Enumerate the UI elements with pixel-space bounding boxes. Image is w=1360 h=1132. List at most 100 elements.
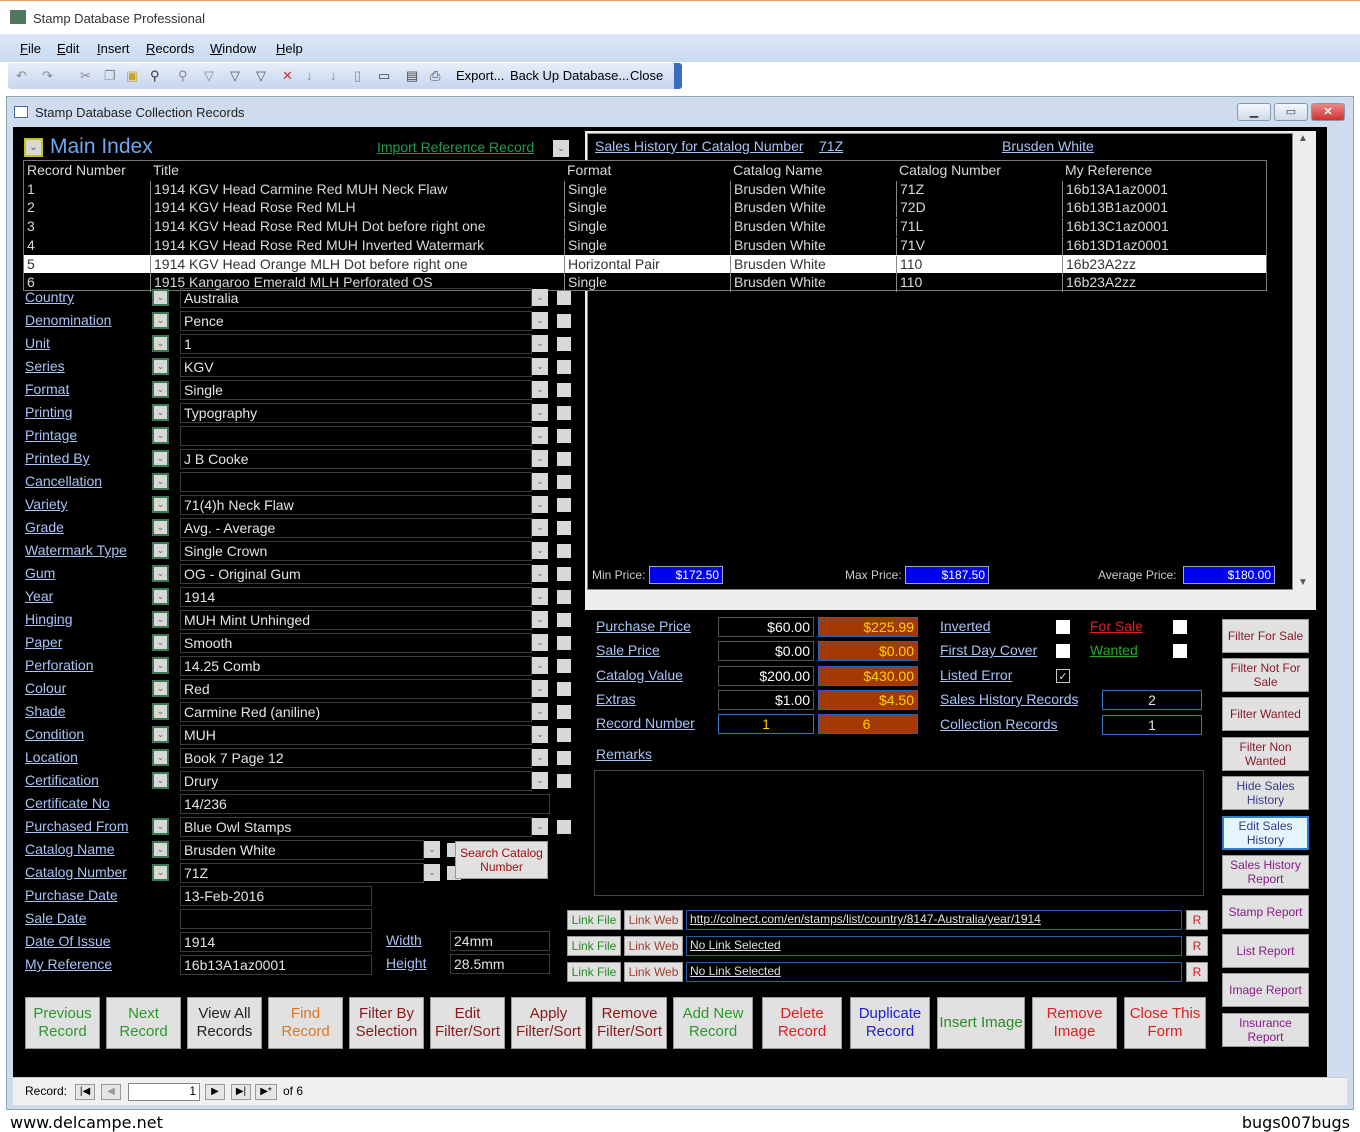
- chevron-down-icon[interactable]: ⌄: [532, 473, 548, 490]
- list-row[interactable]: 5 1914 KGV Head Orange MLH Dot before rig…: [24, 254, 1266, 274]
- printage-field[interactable]: [180, 426, 532, 446]
- chevron-down-icon[interactable]: ⌄: [532, 289, 548, 306]
- purchase-date-field[interactable]: 13-Feb-2016: [180, 886, 372, 906]
- chevron-down-icon[interactable]: ⌄: [152, 358, 169, 375]
- chevron-down-icon[interactable]: ⌄: [424, 841, 440, 858]
- filter-non-wantedbutton[interactable]: Filter Non Wanted: [1222, 737, 1309, 771]
- list-row[interactable]: 3 1914 KGV Head Rose Red MUH Dot before r…: [24, 217, 1266, 237]
- variety-checkbox[interactable]: [557, 498, 571, 512]
- chevron-down-icon[interactable]: ⌄: [532, 427, 548, 444]
- find-recordbutton[interactable]: Find Record: [268, 997, 343, 1049]
- year-field[interactable]: 1914: [180, 587, 532, 607]
- perforation-field[interactable]: 14.25 Comb: [180, 656, 532, 676]
- printed-by-field[interactable]: J B Cooke: [180, 449, 532, 469]
- gum-field[interactable]: OG - Original Gum: [180, 564, 532, 584]
- paper-field[interactable]: Smooth: [180, 633, 532, 653]
- grade-field[interactable]: Avg. - Average: [180, 518, 532, 538]
- chevron-down-icon[interactable]: ⌄: [532, 565, 548, 582]
- catalog-name-field[interactable]: Brusden White: [180, 840, 424, 860]
- chevron-down-icon[interactable]: ⌄: [152, 289, 169, 306]
- my-reference-field[interactable]: 16b13A1az0001: [180, 955, 372, 975]
- chevron-down-icon[interactable]: ⌄: [532, 818, 548, 835]
- country-checkbox[interactable]: [557, 291, 571, 305]
- condition-checkbox[interactable]: [557, 728, 571, 742]
- link-web-button[interactable]: Link Web: [624, 936, 683, 956]
- chevron-down-icon[interactable]: ⌄: [152, 611, 169, 628]
- format-checkbox[interactable]: [557, 383, 571, 397]
- link-url[interactable]: No Link Selected: [686, 962, 1182, 982]
- height-field[interactable]: 28.5mm: [450, 954, 550, 974]
- filter-not-for-salebutton[interactable]: Filter Not For Sale: [1222, 658, 1309, 692]
- remarks-textarea[interactable]: [594, 770, 1204, 896]
- watermark-type-field[interactable]: Single Crown: [180, 541, 532, 561]
- location-checkbox[interactable]: [557, 751, 571, 765]
- chevron-down-icon[interactable]: ⌄: [152, 680, 169, 697]
- location-field[interactable]: Book 7 Page 12: [180, 748, 532, 768]
- inverted-checkbox[interactable]: [1056, 620, 1070, 634]
- series-field[interactable]: KGV: [180, 357, 532, 377]
- chevron-down-icon[interactable]: ⌄: [532, 542, 548, 559]
- delete-recordbutton[interactable]: Delete Record: [762, 997, 842, 1049]
- year-checkbox[interactable]: [557, 590, 571, 604]
- scroll-down-icon[interactable]: ▼: [1294, 577, 1312, 588]
- filter-by-selectionbutton[interactable]: Filter By Selection: [349, 997, 424, 1049]
- printing-checkbox[interactable]: [557, 406, 571, 420]
- chevron-down-icon[interactable]: ⌄: [532, 657, 548, 674]
- view-all-recordsbutton[interactable]: View All Records: [187, 997, 262, 1049]
- chevron-down-icon[interactable]: ⌄: [532, 519, 548, 536]
- chevron-down-icon[interactable]: ⌄: [152, 841, 169, 858]
- chevron-down-icon[interactable]: ⌄: [532, 588, 548, 605]
- watermark-type-checkbox[interactable]: [557, 544, 571, 558]
- certificate-no-field[interactable]: 14/236: [180, 794, 550, 814]
- chevron-down-icon[interactable]: ⌄: [152, 864, 169, 881]
- printing-field[interactable]: Typography: [180, 403, 532, 423]
- chevron-down-icon[interactable]: ⌄: [152, 749, 169, 766]
- edit-sales-historybutton[interactable]: Edit Sales History: [1222, 816, 1309, 850]
- chevron-down-icon[interactable]: ⌄: [532, 335, 548, 352]
- chevron-down-icon[interactable]: ⌄: [152, 634, 169, 651]
- chevron-down-icon[interactable]: ⌄: [532, 772, 548, 789]
- chevron-down-icon[interactable]: ⌄: [532, 404, 548, 421]
- remove-link-button[interactable]: R: [1186, 910, 1208, 930]
- catalog-number-field[interactable]: 71Z: [180, 863, 424, 883]
- purchased-from-checkbox[interactable]: [557, 820, 571, 834]
- denomination-field[interactable]: Pence: [180, 311, 532, 331]
- chevron-down-icon[interactable]: ⌄: [152, 726, 169, 743]
- column-header[interactable]: My Reference: [1062, 162, 1266, 180]
- main-index-dropdown-icon[interactable]: ⌄: [24, 138, 43, 157]
- unit-field[interactable]: 1: [180, 334, 532, 354]
- chevron-down-icon[interactable]: ⌄: [152, 588, 169, 605]
- sale-price-value[interactable]: $0.00: [718, 641, 814, 662]
- chevron-down-icon[interactable]: ⌄: [152, 657, 169, 674]
- chevron-down-icon[interactable]: ⌄: [152, 381, 169, 398]
- chevron-down-icon[interactable]: ⌄: [152, 565, 169, 582]
- for-sale-checkbox[interactable]: [1173, 620, 1187, 634]
- chevron-down-icon[interactable]: ⌄: [532, 726, 548, 743]
- chevron-down-icon[interactable]: ⌄: [532, 703, 548, 720]
- wanted-checkbox[interactable]: [1173, 644, 1187, 658]
- main-index-list[interactable]: Record Number Title Format Catalog Name Cata…: [23, 160, 1267, 293]
- hinging-field[interactable]: MUH Mint Unhinged: [180, 610, 532, 630]
- variety-field[interactable]: 71(4)h Neck Flaw: [180, 495, 532, 515]
- column-header[interactable]: Format: [564, 162, 730, 180]
- chevron-down-icon[interactable]: ⌄: [152, 450, 169, 467]
- printed-by-checkbox[interactable]: [557, 452, 571, 466]
- link-url[interactable]: http://colnect.com/en/stamps/list/countr…: [686, 910, 1182, 930]
- remove-filter-sortbutton[interactable]: Remove Filter/Sort: [592, 997, 667, 1049]
- gum-checkbox[interactable]: [557, 567, 571, 581]
- chevron-down-icon[interactable]: ⌄: [152, 404, 169, 421]
- extras-value[interactable]: $1.00: [718, 689, 814, 710]
- perforation-checkbox[interactable]: [557, 659, 571, 673]
- listed-error-checkbox[interactable]: ✓: [1056, 668, 1070, 683]
- chevron-down-icon[interactable]: ⌄: [152, 312, 169, 329]
- duplicate-recordbutton[interactable]: Duplicate Record: [850, 997, 930, 1049]
- remove-link-button[interactable]: R: [1186, 962, 1208, 982]
- catalog-value-value[interactable]: $200.00: [718, 665, 814, 686]
- link-file-button[interactable]: Link File: [567, 910, 621, 930]
- list-row[interactable]: 2 1914 KGV Head Rose Red MLH Single Brusden…: [24, 198, 1266, 218]
- insurance-reportbutton[interactable]: Insurance Report: [1222, 1013, 1309, 1047]
- certification-field[interactable]: Drury: [180, 771, 532, 791]
- first-day-cover-checkbox[interactable]: [1056, 644, 1070, 659]
- scroll-up-icon[interactable]: ▲: [1294, 133, 1312, 144]
- link-web-button[interactable]: Link Web: [624, 910, 683, 930]
